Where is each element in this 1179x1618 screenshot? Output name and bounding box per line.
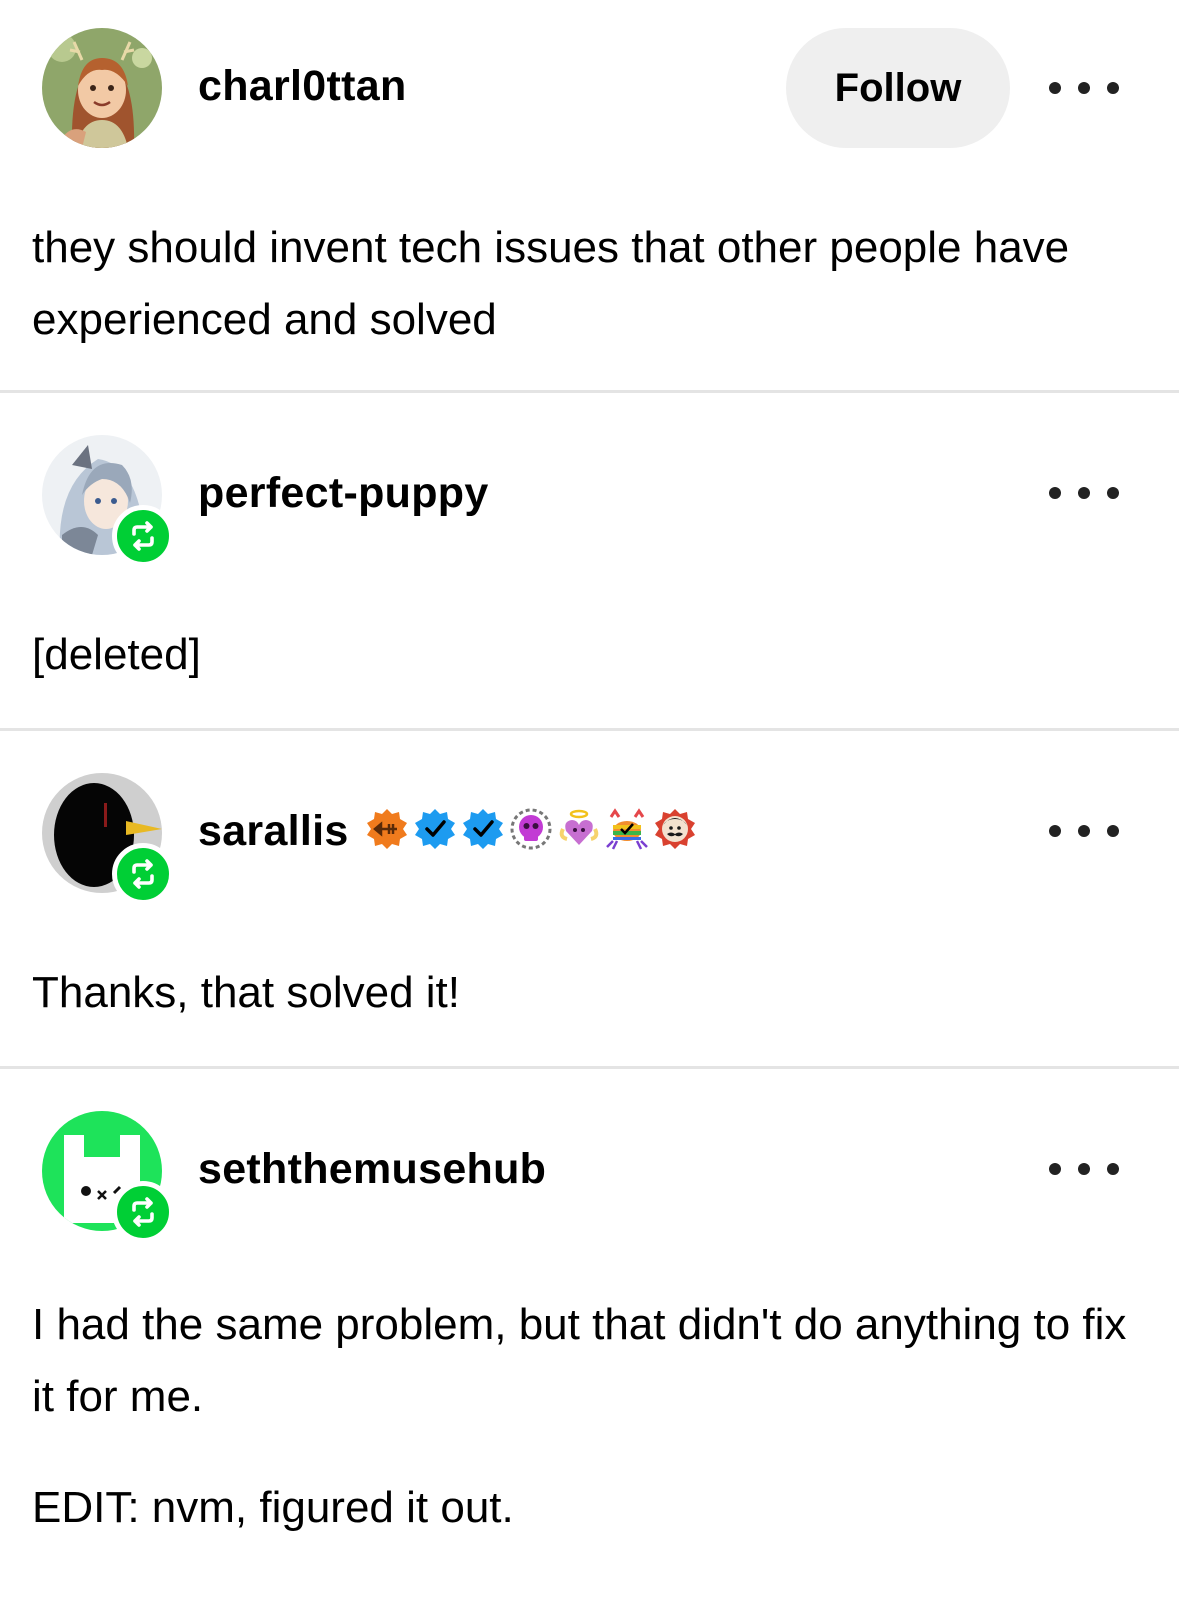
orange-fish-badge-icon[interactable]: [365, 807, 409, 851]
follow-button[interactable]: Follow: [786, 28, 1010, 148]
post-text: I had the same problem, but that didn't …: [32, 1300, 1127, 1421]
avatar-sarallis[interactable]: [42, 773, 174, 905]
skull-badge-icon[interactable]: [509, 807, 553, 851]
post-text: Thanks, that solved it!: [32, 968, 460, 1017]
more-options-icon[interactable]: [1049, 811, 1119, 851]
post-text: [deleted]: [32, 630, 201, 679]
avatar-charl0ttan[interactable]: [42, 28, 162, 148]
reblog-icon: [112, 1181, 174, 1243]
avatar-seththemusehub[interactable]: [42, 1111, 174, 1243]
more-options-icon[interactable]: [1049, 68, 1119, 108]
blue-check-badge-icon[interactable]: [461, 807, 505, 851]
rainbow-crab-badge-icon[interactable]: [605, 807, 649, 851]
post-charl0ttan: charl0ttan Follow they should invent tec…: [0, 0, 1179, 392]
post-seththemusehub: seththemusehub I had the same problem, b…: [0, 1069, 1179, 1618]
badge-row[interactable]: [365, 807, 697, 851]
username[interactable]: perfect-puppy: [198, 469, 489, 518]
avatar-perfect-puppy[interactable]: [42, 435, 174, 567]
post-text: they should invent tech issues that othe…: [32, 223, 1070, 344]
reblog-icon: [112, 505, 174, 567]
more-options-icon[interactable]: [1049, 473, 1119, 513]
mustache-face-badge-icon[interactable]: [653, 807, 697, 851]
post-sarallis: sarallis Thanks, that solved it!: [0, 731, 1179, 1068]
post-text-edit: EDIT: nvm, figured it out.: [32, 1483, 514, 1532]
post-perfect-puppy: perfect-puppy [deleted]: [0, 393, 1179, 730]
more-options-icon[interactable]: [1049, 1149, 1119, 1189]
blue-check-badge-icon[interactable]: [413, 807, 457, 851]
username[interactable]: sarallis: [198, 807, 349, 856]
reblog-icon: [112, 843, 174, 905]
username[interactable]: charl0ttan: [198, 62, 407, 111]
username[interactable]: seththemusehub: [198, 1145, 546, 1194]
avatar-image: [42, 28, 162, 148]
angel-heart-badge-icon[interactable]: [557, 807, 601, 851]
